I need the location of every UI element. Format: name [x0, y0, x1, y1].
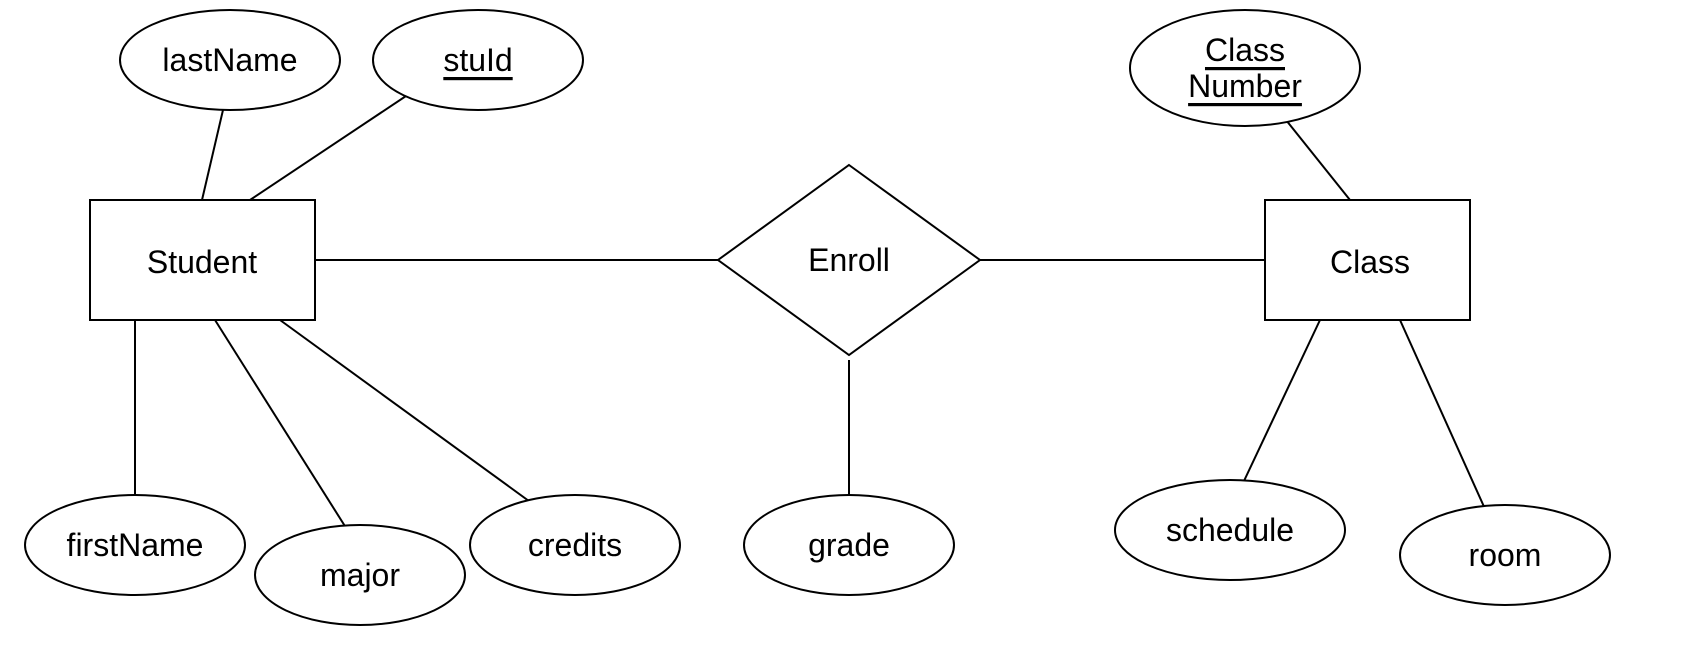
relationship-enroll: Enroll: [718, 165, 980, 355]
attribute-credits: credits: [470, 495, 680, 595]
attribute-room-label: room: [1469, 537, 1542, 573]
attribute-classnumber: Class Number: [1130, 10, 1360, 126]
attribute-major: major: [255, 525, 465, 625]
attribute-classnumber-label-1: Class: [1205, 32, 1285, 68]
attribute-grade: grade: [744, 495, 954, 595]
entity-student-label: Student: [147, 244, 257, 280]
er-diagram: Student lastName stuId firstName major c…: [0, 0, 1705, 649]
attribute-firstname-label: firstName: [67, 527, 204, 563]
attribute-room: room: [1400, 505, 1610, 605]
attribute-credits-label: credits: [528, 527, 622, 563]
attribute-classnumber-label-2: Number: [1188, 68, 1302, 104]
attribute-stuid-label: stuId: [443, 42, 512, 78]
attribute-major-label: major: [320, 557, 400, 593]
entity-class-label: Class: [1330, 244, 1410, 280]
attribute-lastname-label: lastName: [162, 42, 297, 78]
attribute-stuid: stuId: [373, 10, 583, 110]
attribute-lastname: lastName: [120, 10, 340, 110]
entity-student: Student: [90, 200, 315, 320]
relationship-enroll-label: Enroll: [808, 242, 890, 278]
attribute-schedule: schedule: [1115, 480, 1345, 580]
attribute-grade-label: grade: [808, 527, 890, 563]
entity-class: Class: [1265, 200, 1470, 320]
attribute-schedule-label: schedule: [1166, 512, 1294, 548]
attribute-firstname: firstName: [25, 495, 245, 595]
